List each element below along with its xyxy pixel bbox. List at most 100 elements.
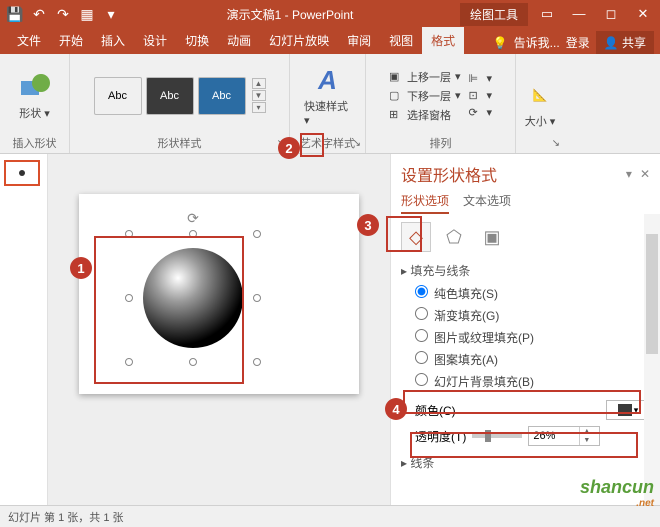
gallery-down-icon[interactable]: ▼ xyxy=(252,90,266,101)
slide-thumbnails: 1 xyxy=(0,154,48,505)
group-label-insert-shape: 插入形状 xyxy=(8,133,61,151)
radio-slidebg-fill[interactable]: 幻灯片背景填充(B) xyxy=(415,373,650,390)
align-button[interactable]: ⊫▾ xyxy=(469,72,493,86)
title-bar: 💾 ↶ ↷ ▦ ▾ 演示文稿1 - PowerPoint 绘图工具 ▭ ― ◻ … xyxy=(0,0,660,28)
group-insert-shape: 形状 ▾ 插入形状 xyxy=(0,54,70,153)
color-swatch xyxy=(618,404,632,416)
color-label: 颜色(C) xyxy=(415,402,456,419)
pane-scrollbar[interactable] xyxy=(644,214,660,505)
minimize-icon[interactable]: ― xyxy=(568,6,590,22)
section-line[interactable]: ▸ 线条 xyxy=(401,454,650,471)
selected-shape[interactable]: ⟳ xyxy=(129,234,257,362)
maximize-icon[interactable]: ◻ xyxy=(600,6,622,22)
tab-animation[interactable]: 动画 xyxy=(218,27,260,54)
resize-handle[interactable] xyxy=(189,230,197,238)
slide-canvas-area[interactable]: ⟳ xyxy=(48,154,390,505)
resize-handle[interactable] xyxy=(125,294,133,302)
resize-handle[interactable] xyxy=(125,358,133,366)
shape-style-2[interactable]: Abc xyxy=(146,77,194,115)
tell-me[interactable]: 告诉我... xyxy=(514,34,560,51)
tab-text-options[interactable]: 文本选项 xyxy=(463,192,511,214)
start-slideshow-icon[interactable]: ▦ xyxy=(78,5,96,23)
tellme-icon[interactable]: 💡 xyxy=(493,36,508,50)
tab-design[interactable]: 设计 xyxy=(134,27,176,54)
gallery-up-icon[interactable]: ▲ xyxy=(252,78,266,89)
pane-dropdown-icon[interactable]: ▾ xyxy=(626,167,632,181)
oval-shape[interactable] xyxy=(143,248,243,348)
window-controls: ▭ ― ◻ ✕ xyxy=(536,6,654,22)
spin-up-icon[interactable]: ▲ xyxy=(580,427,593,436)
resize-handle[interactable] xyxy=(125,230,133,238)
tab-view[interactable]: 视图 xyxy=(380,27,422,54)
save-icon[interactable]: 💾 xyxy=(6,5,24,23)
shapes-icon xyxy=(19,71,51,103)
group-label-size: ↘ xyxy=(524,149,556,151)
size-icon: 📐 xyxy=(524,79,556,111)
tab-review[interactable]: 审阅 xyxy=(338,27,380,54)
transparency-spinner: ▲▼ xyxy=(528,426,600,446)
share-button[interactable]: 👤 共享 xyxy=(596,31,654,54)
group-size: 📐 大小 ▾ ↘ xyxy=(516,54,564,153)
wordart-dialog-launcher[interactable]: ↘ xyxy=(353,138,361,149)
rotation-handle-icon[interactable]: ⟳ xyxy=(187,210,199,227)
shapes-button[interactable]: 形状 ▾ xyxy=(13,69,57,123)
ribbon-tabs: 文件 开始 插入 设计 切换 动画 幻灯片放映 审阅 视图 格式 💡 告诉我..… xyxy=(0,28,660,54)
wordart-icon: A xyxy=(312,64,344,96)
quick-styles-button[interactable]: A 快速样式 ▾ xyxy=(298,62,357,129)
pane-tabs: 形状选项 文本选项 xyxy=(401,192,650,214)
resize-handle[interactable] xyxy=(253,230,261,238)
pane-close-icon[interactable]: ✕ xyxy=(640,167,650,181)
document-title: 演示文稿1 - PowerPoint xyxy=(120,6,460,23)
size-props-icon[interactable]: ▣ xyxy=(477,222,507,252)
tab-shape-options[interactable]: 形状选项 xyxy=(401,192,449,214)
spin-down-icon[interactable]: ▼ xyxy=(580,436,593,445)
group-shape-styles: Abc Abc Abc ▲ ▼ ▾ 形状样式 ↘ xyxy=(70,54,290,153)
group-button[interactable]: ⊡▾ xyxy=(469,89,493,103)
qat-dropdown-icon[interactable]: ▾ xyxy=(102,5,120,23)
selection-pane-button[interactable]: ⊞选择窗格 xyxy=(389,107,461,123)
send-backward-button[interactable]: ▢下移一层 ▾ xyxy=(389,88,461,104)
tab-file[interactable]: 文件 xyxy=(8,27,50,54)
radio-pattern-fill[interactable]: 图案填充(A) xyxy=(415,351,650,368)
tab-format[interactable]: 格式 xyxy=(422,27,464,54)
resize-handle[interactable] xyxy=(253,294,261,302)
effects-icon[interactable]: ⬠ xyxy=(439,222,469,252)
fill-line-icon[interactable]: ◇ xyxy=(401,222,431,252)
gallery-more-icon[interactable]: ▾ xyxy=(252,102,266,113)
shape-style-3[interactable]: Abc xyxy=(198,77,246,115)
resize-handle[interactable] xyxy=(189,358,197,366)
transparency-slider[interactable] xyxy=(472,434,522,438)
slide-counter[interactable]: 幻灯片 第 1 张，共 1 张 xyxy=(8,509,124,525)
resize-handle[interactable] xyxy=(253,358,261,366)
ribbon-options-icon[interactable]: ▭ xyxy=(536,6,558,22)
scrollbar-thumb[interactable] xyxy=(646,234,658,354)
slide[interactable]: ⟳ xyxy=(79,194,359,394)
redo-icon[interactable]: ↷ xyxy=(54,5,72,23)
transparency-input[interactable] xyxy=(529,430,579,442)
pane-title-row: 设置形状格式 ▾ ✕ xyxy=(401,162,650,186)
shape-style-1[interactable]: Abc xyxy=(94,77,142,115)
tab-home[interactable]: 开始 xyxy=(50,27,92,54)
thumbnail-shape-preview xyxy=(19,170,25,176)
radio-solid-fill[interactable]: 纯色填充(S) xyxy=(415,285,650,302)
size-button[interactable]: 📐 大小 ▾ xyxy=(518,77,562,131)
group-arrange: ▣上移一层 ▾ ▢下移一层 ▾ ⊞选择窗格 ⊫▾ ⊡▾ ⟳▾ 排列 xyxy=(366,54,516,153)
tab-slideshow[interactable]: 幻灯片放映 xyxy=(260,27,338,54)
undo-icon[interactable]: ↶ xyxy=(30,5,48,23)
annotation-4: 4 xyxy=(385,398,407,420)
radio-gradient-fill[interactable]: 渐变填充(G) xyxy=(415,307,650,324)
close-icon[interactable]: ✕ xyxy=(632,6,654,22)
bring-forward-button[interactable]: ▣上移一层 ▾ xyxy=(389,69,461,85)
pane-category-icons: ◇ ⬠ ▣ xyxy=(401,222,650,252)
size-dialog-launcher[interactable]: ↘ xyxy=(552,138,560,149)
quick-access-toolbar: 💾 ↶ ↷ ▦ ▾ xyxy=(6,5,120,23)
radio-picture-fill[interactable]: 图片或纹理填充(P) xyxy=(415,329,650,346)
tab-insert[interactable]: 插入 xyxy=(92,27,134,54)
slider-thumb[interactable] xyxy=(485,430,491,442)
rotate-button[interactable]: ⟳▾ xyxy=(469,106,493,120)
tab-transition[interactable]: 切换 xyxy=(176,27,218,54)
section-fill-line[interactable]: ▸ 填充与线条 xyxy=(401,262,650,279)
group-label-wordart: 艺术字样式 ↘ xyxy=(298,133,357,151)
signin[interactable]: 登录 xyxy=(566,34,590,51)
thumbnail-1[interactable]: 1 xyxy=(4,160,40,186)
